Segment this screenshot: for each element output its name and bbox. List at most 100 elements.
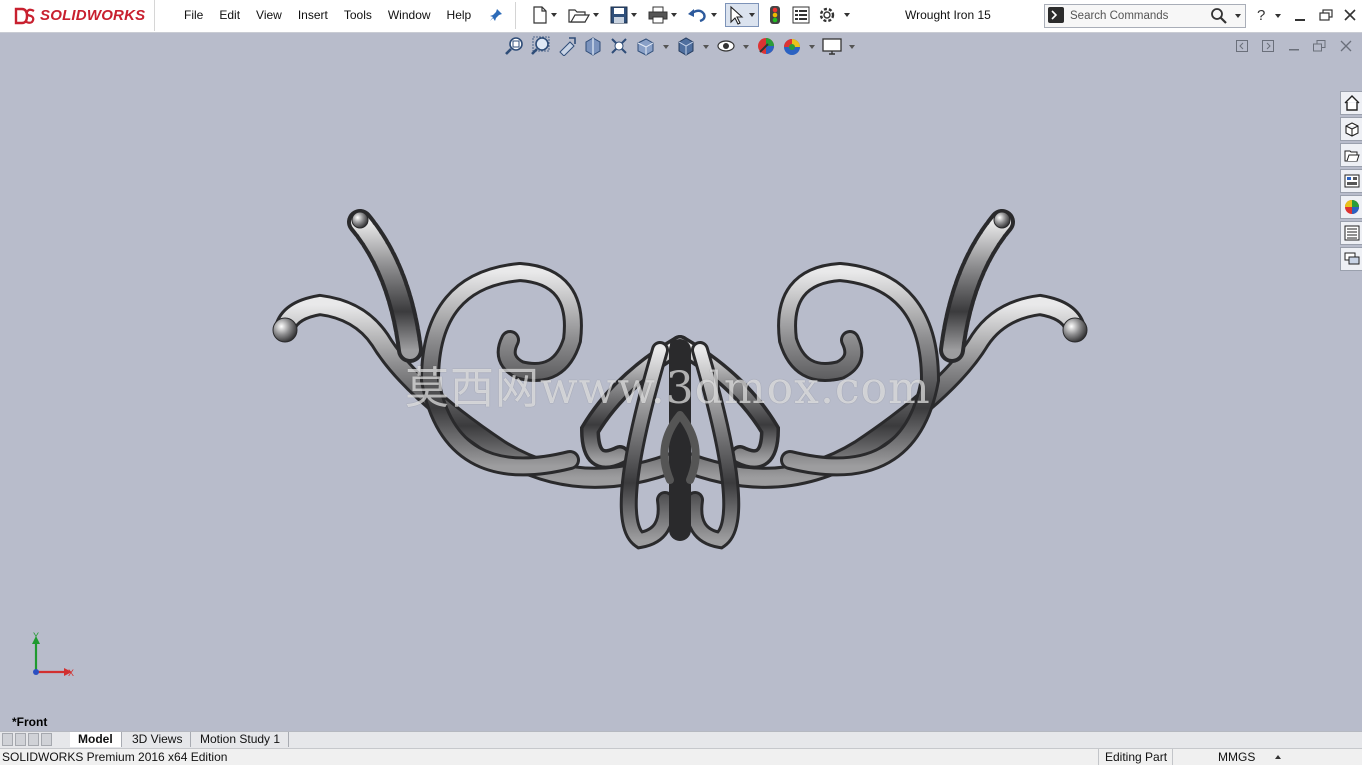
- view-settings-icon[interactable]: [822, 36, 842, 56]
- ds-logo-icon: [14, 7, 35, 24]
- options-button[interactable]: [818, 4, 850, 26]
- menu-insert[interactable]: Insert: [290, 0, 336, 31]
- search-placeholder: Search Commands: [1070, 10, 1169, 22]
- help-icon[interactable]: ?: [1255, 7, 1269, 23]
- chevron-down-icon[interactable]: [1235, 14, 1241, 18]
- chevron-down-icon[interactable]: [711, 13, 717, 17]
- select-button[interactable]: [725, 3, 759, 27]
- edit-appearance-icon[interactable]: [756, 36, 776, 56]
- collapse-right-icon[interactable]: [1262, 40, 1274, 52]
- custom-properties-icon: [1344, 225, 1359, 241]
- tab-3d-views[interactable]: 3D Views: [124, 732, 192, 747]
- toolbar-divider: [515, 2, 516, 29]
- prev-tab-arrow-icon[interactable]: [15, 733, 26, 746]
- first-tab-arrow-icon[interactable]: [2, 733, 13, 746]
- search-icon[interactable]: [1210, 7, 1228, 28]
- last-tab-arrow-icon[interactable]: [41, 733, 52, 746]
- chevron-down-icon[interactable]: [844, 13, 850, 17]
- task-pane-home[interactable]: [1340, 91, 1362, 115]
- previous-view-icon[interactable]: [557, 36, 577, 56]
- reference-triad: Y X: [32, 631, 74, 678]
- menu-bar: File Edit View Insert Tools Window Help: [176, 0, 479, 31]
- file-properties-icon: [792, 6, 810, 24]
- new-document-button[interactable]: [532, 4, 557, 26]
- file-properties-button[interactable]: [792, 4, 810, 26]
- task-pane-3d-content[interactable]: [1340, 117, 1362, 141]
- tab-model[interactable]: Model: [70, 732, 122, 747]
- triad-x-label: X: [68, 668, 74, 678]
- close-icon[interactable]: [1344, 9, 1356, 21]
- triad-y-label: Y: [33, 631, 39, 641]
- menu-file[interactable]: File: [176, 0, 211, 31]
- rebuild-button[interactable]: [768, 4, 782, 26]
- tab-motion-study-1[interactable]: Motion Study 1: [192, 732, 290, 747]
- options-icon: [819, 7, 835, 23]
- viewport-minimize-icon[interactable]: [1288, 44, 1300, 52]
- view-orientation-label: *Front: [12, 715, 48, 729]
- chevron-down-icon[interactable]: [593, 13, 599, 17]
- hide-show-items-icon[interactable]: [716, 36, 736, 56]
- model-tabs-bar: Model 3D Views Motion Study 1: [0, 731, 1362, 748]
- apply-scene-icon[interactable]: [782, 36, 802, 56]
- task-pane: [1340, 91, 1362, 273]
- open-icon: [568, 9, 590, 23]
- section-view-icon[interactable]: [583, 36, 603, 56]
- forum-icon: [1344, 252, 1359, 265]
- select-icon: [730, 5, 744, 25]
- open-button[interactable]: [568, 4, 599, 26]
- status-bar: SOLIDWORKS Premium 2016 x64 Edition Edit…: [0, 748, 1362, 765]
- zoom-to-area-icon[interactable]: [531, 36, 551, 56]
- chevron-down-icon[interactable]: [671, 13, 677, 17]
- menu-tools[interactable]: Tools: [336, 0, 380, 31]
- pin-menu-icon[interactable]: [489, 8, 503, 22]
- menu-window[interactable]: Window: [380, 0, 439, 31]
- document-title: Wrought Iron 15: [905, 8, 991, 22]
- task-pane-design-library[interactable]: [1340, 143, 1362, 167]
- task-pane-file-explorer[interactable]: [1340, 169, 1362, 193]
- editing-mode-status: Editing Part: [1098, 749, 1173, 765]
- solidworks-logo[interactable]: SOLIDWORKS: [0, 0, 155, 31]
- search-commands-field[interactable]: Search Commands: [1044, 4, 1246, 28]
- zoom-to-fit-icon[interactable]: [505, 36, 525, 56]
- menu-view[interactable]: View: [248, 0, 290, 31]
- home-icon: [1344, 95, 1359, 111]
- chevron-down-icon[interactable]: [663, 45, 669, 49]
- display-style-icon[interactable]: [676, 36, 696, 56]
- chevron-down-icon[interactable]: [749, 13, 755, 17]
- design-library-icon: [1344, 150, 1360, 162]
- chevron-down-icon[interactable]: [809, 45, 815, 49]
- collapse-left-icon[interactable]: [1236, 40, 1248, 52]
- view-orientation-icon[interactable]: [635, 36, 655, 56]
- command-prompt-icon: [1048, 7, 1064, 23]
- print-button[interactable]: [648, 4, 677, 26]
- tab-scroll-controls: [2, 733, 54, 746]
- unit-system-status[interactable]: MMGS: [1212, 749, 1278, 765]
- title-bar: SOLIDWORKS File Edit View Insert Tools W…: [0, 0, 1362, 33]
- chevron-down-icon[interactable]: [1275, 14, 1281, 18]
- chevron-up-icon[interactable]: [1275, 755, 1281, 759]
- menu-edit[interactable]: Edit: [211, 0, 248, 31]
- restore-icon[interactable]: [1319, 9, 1333, 21]
- save-icon: [610, 6, 628, 24]
- new-document-icon: [533, 6, 547, 24]
- next-tab-arrow-icon[interactable]: [28, 733, 39, 746]
- task-pane-forum[interactable]: [1340, 247, 1362, 271]
- undo-icon: [688, 9, 706, 23]
- viewport-close-icon[interactable]: [1340, 40, 1352, 52]
- save-button[interactable]: [610, 4, 637, 26]
- chevron-down-icon[interactable]: [743, 45, 749, 49]
- chevron-down-icon[interactable]: [849, 45, 855, 49]
- chevron-down-icon[interactable]: [703, 45, 709, 49]
- viewport-restore-icon[interactable]: [1313, 40, 1326, 52]
- task-pane-custom-properties[interactable]: [1340, 221, 1362, 245]
- minimize-icon[interactable]: [1294, 14, 1306, 22]
- 3d-content-central-icon: [1344, 122, 1359, 137]
- rebuild-icon: [770, 6, 780, 24]
- chevron-down-icon[interactable]: [631, 13, 637, 17]
- chevron-down-icon[interactable]: [551, 13, 557, 17]
- task-pane-appearances[interactable]: [1340, 195, 1362, 219]
- menu-help[interactable]: Help: [439, 0, 480, 31]
- dynamic-annotation-icon[interactable]: [609, 36, 629, 56]
- undo-button[interactable]: [686, 4, 717, 26]
- file-explorer-icon: [1344, 174, 1359, 188]
